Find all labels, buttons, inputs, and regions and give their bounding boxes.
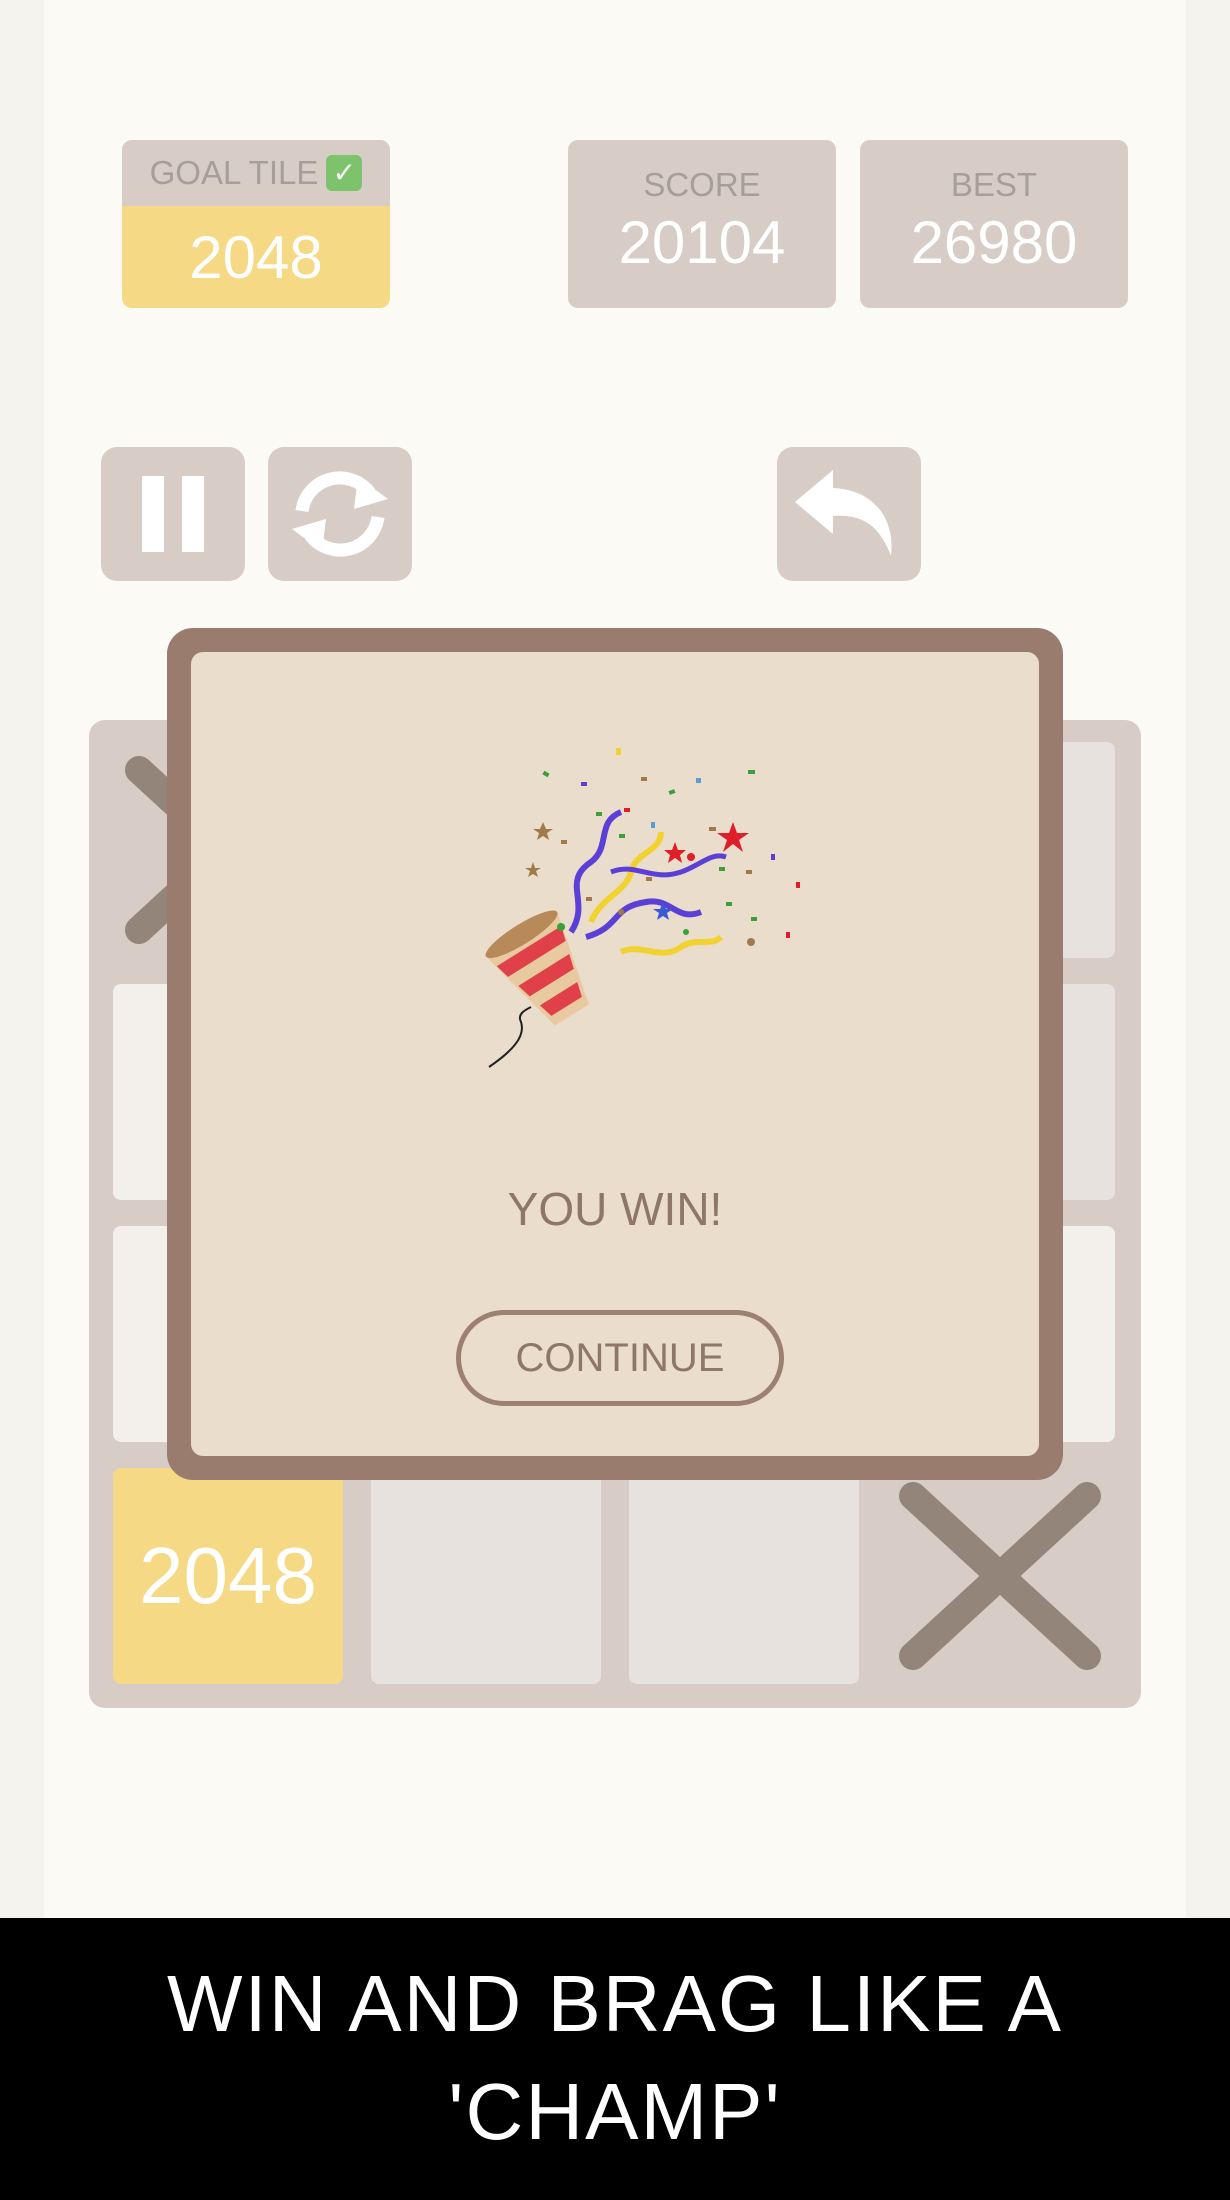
tile-2048: 2048 <box>113 1468 343 1684</box>
right-margin <box>1186 0 1230 1918</box>
best-box: BEST 26980 <box>860 140 1128 308</box>
best-value: 26980 <box>910 209 1078 276</box>
score-label: SCORE <box>643 166 761 203</box>
board-tile <box>371 1468 601 1684</box>
restart-button[interactable] <box>268 447 412 581</box>
score-box: SCORE 20104 <box>568 140 836 308</box>
win-dialog-panel: YOU WIN! CONTINUE <box>191 652 1039 1456</box>
restart-icon <box>292 471 388 557</box>
goal-tile-box: GOAL TILE ✓ 2048 <box>122 140 390 308</box>
goal-tile-header: GOAL TILE ✓ <box>122 140 390 206</box>
score-value: 20104 <box>618 209 786 276</box>
board-tile <box>629 1468 859 1684</box>
best-label: BEST <box>950 166 1038 203</box>
left-margin <box>0 0 44 1918</box>
goal-tile-label: GOAL TILE <box>149 154 319 191</box>
promo-banner: WIN AND BRAG LIKE A 'CHAMP' <box>0 1918 1230 2200</box>
continue-button[interactable]: CONTINUE <box>456 1310 784 1406</box>
win-dialog: YOU WIN! CONTINUE <box>167 628 1063 1480</box>
win-message: YOU WIN! <box>507 1183 723 1235</box>
check-icon: ✓ <box>326 155 363 191</box>
undo-icon <box>795 470 892 556</box>
undo-button[interactable] <box>777 447 921 581</box>
pause-icon <box>142 476 204 552</box>
pause-button[interactable] <box>101 447 245 581</box>
promo-banner-text: WIN AND BRAG LIKE A 'CHAMP' <box>166 1959 1063 2156</box>
x-mark-icon <box>899 1482 1101 1670</box>
goal-tile-value: 2048 <box>189 223 323 291</box>
party-popper-icon <box>485 748 800 1068</box>
